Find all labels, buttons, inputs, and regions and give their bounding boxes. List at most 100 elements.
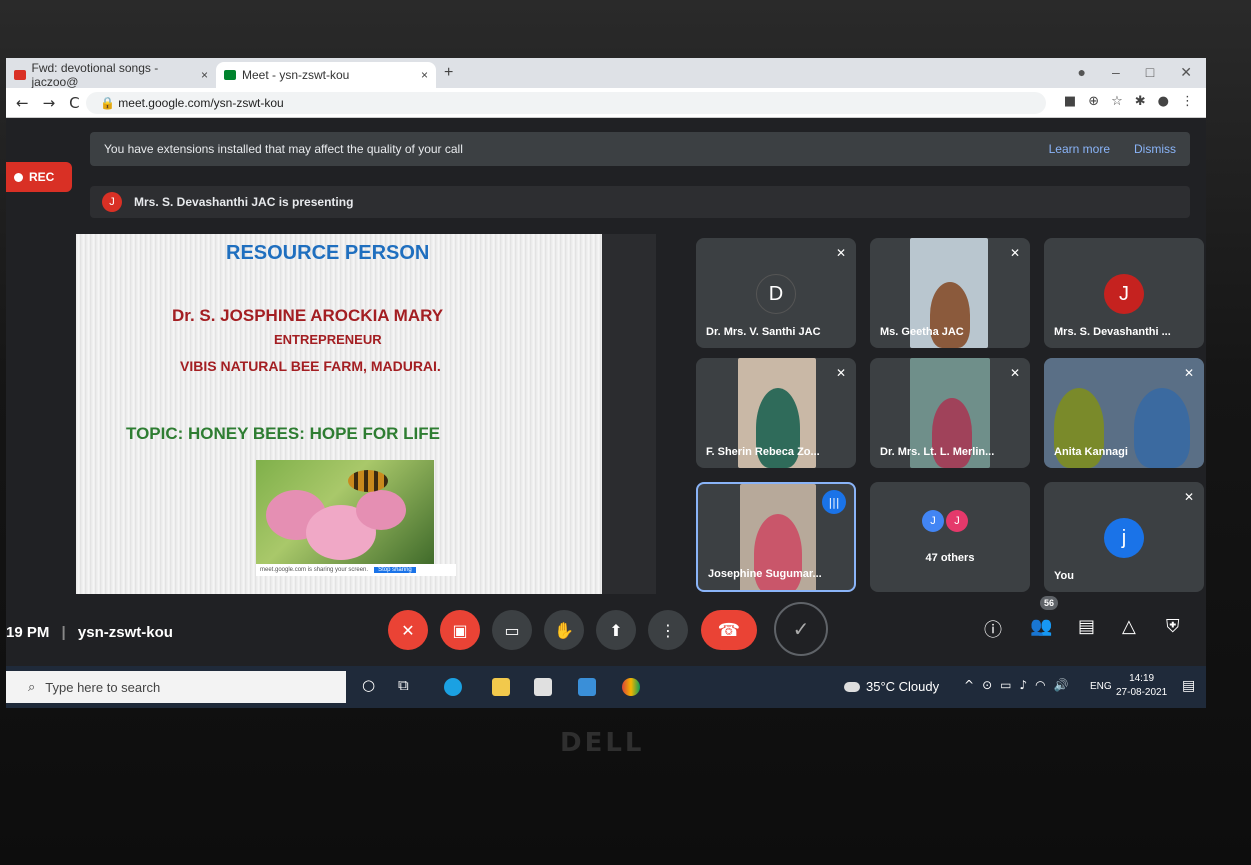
sharing-text: meet.google.com is sharing your screen.	[260, 567, 369, 573]
banner-message: You have extensions installed that may a…	[104, 142, 463, 156]
attendance-check-button[interactable]: ✓	[774, 602, 828, 656]
raise-hand-button[interactable]: ✋	[544, 610, 584, 650]
participant-name: You	[1054, 570, 1074, 582]
tab-gmail[interactable]: Fwd: devotional songs - jaczoo@ ×	[6, 61, 216, 89]
new-tab-button[interactable]: +	[444, 64, 453, 82]
person-silhouette	[1134, 388, 1190, 468]
mic-off-button[interactable]: ✕	[388, 610, 428, 650]
taskbar-search[interactable]: ⌕ Type here to search	[6, 671, 346, 703]
zoom-icon[interactable]: ⊕	[1088, 94, 1099, 109]
meet-icon	[224, 70, 236, 80]
avatar: j	[1104, 518, 1144, 558]
captions-button[interactable]: ▭	[492, 610, 532, 650]
dismiss-button[interactable]: Dismiss	[1134, 142, 1176, 156]
task-view-icon[interactable]: ⧉	[398, 676, 409, 694]
cloud-icon	[844, 681, 860, 692]
language-indicator[interactable]: ENG	[1090, 681, 1112, 692]
participant-tile[interactable]: J Mrs. S. Devashanthi ...	[1044, 238, 1204, 348]
volume-icon[interactable]: 🔊	[1054, 678, 1069, 692]
more-options-button[interactable]: ⋮	[648, 610, 688, 650]
stop-sharing-button[interactable]: Stop sharing	[374, 567, 416, 573]
close-window-icon[interactable]: ✕	[1180, 64, 1192, 81]
mic-off-icon: ✕	[1009, 246, 1020, 260]
windows-taskbar: ⌕ Type here to search ○ ⧉ 35°C Cloudy ^ …	[6, 666, 1206, 708]
tab-meet[interactable]: Meet - ysn-zswt-kou ×	[216, 62, 436, 88]
activities-icon[interactable]: △	[1122, 616, 1136, 637]
slide-role: ENTREPRENEUR	[274, 332, 382, 347]
present-button[interactable]: ⬆	[596, 610, 636, 650]
chevron-up-icon[interactable]: ^	[964, 678, 974, 692]
participant-tile[interactable]: ✕ F. Sherin Rebeca Zo...	[696, 358, 856, 468]
maximize-icon[interactable]: □	[1146, 64, 1154, 81]
presenter-avatar: J	[102, 192, 122, 212]
laptop-screen: Fwd: devotional songs - jaczoo@ × Meet -…	[6, 58, 1206, 708]
file-explorer-icon[interactable]	[492, 678, 510, 696]
participant-name: Anita Kannagi	[1054, 446, 1128, 458]
self-tile[interactable]: ✕ j You	[1044, 482, 1204, 592]
mic-off-icon: ✕	[401, 620, 415, 640]
weather-widget[interactable]: 35°C Cloudy	[844, 679, 939, 694]
people-icon[interactable]: 👥	[1030, 616, 1052, 637]
star-icon[interactable]: ☆	[1111, 94, 1123, 109]
mic-icon[interactable]: ♪	[1019, 678, 1027, 692]
avatar: J	[946, 510, 968, 532]
participant-name: Josephine Sugumar...	[708, 568, 822, 580]
presenting-bar: J Mrs. S. Devashanthi JAC is presenting	[90, 186, 1190, 218]
chrome-icon[interactable]	[622, 678, 640, 696]
learn-more-link[interactable]: Learn more	[1049, 142, 1110, 156]
menu-icon[interactable]: ⋮	[1181, 94, 1194, 109]
close-icon[interactable]: ×	[201, 68, 208, 82]
shared-screen-edge	[602, 234, 656, 594]
forward-icon[interactable]: →	[43, 94, 56, 112]
browser-tab-bar: Fwd: devotional songs - jaczoo@ × Meet -…	[6, 58, 1206, 89]
extensions-icon[interactable]: ✱	[1135, 94, 1146, 109]
participant-tile[interactable]: ✕ Anita Kannagi	[1044, 358, 1204, 468]
url-text: meet.google.com/ysn-zswt-kou	[118, 96, 284, 110]
back-icon[interactable]: ←	[16, 94, 29, 112]
speaking-indicator-icon: |||	[822, 490, 846, 514]
account-icon[interactable]: ●	[1158, 94, 1169, 109]
slide-person-name: Dr. S. JOSPHINE AROCKIA MARY	[172, 306, 444, 325]
info-icon[interactable]: ⓘ	[984, 616, 1002, 642]
phone-icon: ☎	[717, 619, 741, 641]
camera-off-button[interactable]: ▣	[440, 610, 480, 650]
mail-icon[interactable]	[578, 678, 596, 696]
participant-tile[interactable]: ✕ Dr. Mrs. Lt. L. Merlin...	[870, 358, 1030, 468]
others-avatars: J J	[922, 510, 968, 532]
url-field[interactable]: 🔒 meet.google.com/ysn-zswt-kou	[86, 92, 1046, 114]
battery-icon[interactable]: ▭	[1000, 678, 1011, 692]
network-icon[interactable]: ⊙	[982, 678, 992, 692]
others-tile[interactable]: J J 47 others	[870, 482, 1030, 592]
participant-tile[interactable]: ✕ D Dr. Mrs. V. Santhi JAC	[696, 238, 856, 348]
slide-topic: TOPIC: HONEY BEES: HOPE FOR LIFE	[126, 424, 440, 443]
participant-tile-active-speaker[interactable]: ||| Josephine Sugumar...	[696, 482, 856, 592]
profile-icon[interactable]: ●	[1078, 64, 1086, 81]
camera-icon[interactable]: ■	[1064, 94, 1076, 109]
edge-icon[interactable]	[444, 678, 462, 696]
search-icon: ⌕	[28, 679, 36, 694]
tab-label: Fwd: devotional songs - jaczoo@	[31, 61, 159, 89]
reload-icon[interactable]: C	[69, 94, 79, 112]
clock[interactable]: 14:19 27-08-2021	[1116, 672, 1167, 700]
close-icon[interactable]: ×	[421, 68, 428, 82]
notification-icon[interactable]: ▤	[1182, 678, 1195, 694]
cortana-icon[interactable]: ○	[362, 676, 375, 694]
more-icon: ⋮	[660, 620, 676, 640]
dell-logo: DELL	[560, 728, 645, 758]
end-call-button[interactable]: ☎	[701, 610, 757, 650]
minimize-icon[interactable]: –	[1112, 64, 1120, 81]
store-icon[interactable]	[534, 678, 552, 696]
bee-flower-image	[256, 460, 434, 566]
participant-tile[interactable]: ✕ Ms. Geetha JAC	[870, 238, 1030, 348]
participant-name: Dr. Mrs. V. Santhi JAC	[706, 326, 821, 338]
tab-label: Meet - ysn-zswt-kou	[242, 68, 350, 82]
bee-icon	[348, 470, 388, 492]
host-controls-icon[interactable]: ⛨	[1166, 616, 1180, 637]
present-icon: ⬆	[609, 620, 623, 640]
separator: |	[61, 624, 66, 641]
camera-off-icon: ▣	[452, 620, 468, 640]
chat-icon[interactable]: ▤	[1078, 616, 1095, 637]
participant-name: Mrs. S. Devashanthi ...	[1054, 326, 1171, 338]
wifi-icon[interactable]: ◠	[1035, 678, 1045, 692]
captions-icon: ▭	[504, 620, 520, 640]
